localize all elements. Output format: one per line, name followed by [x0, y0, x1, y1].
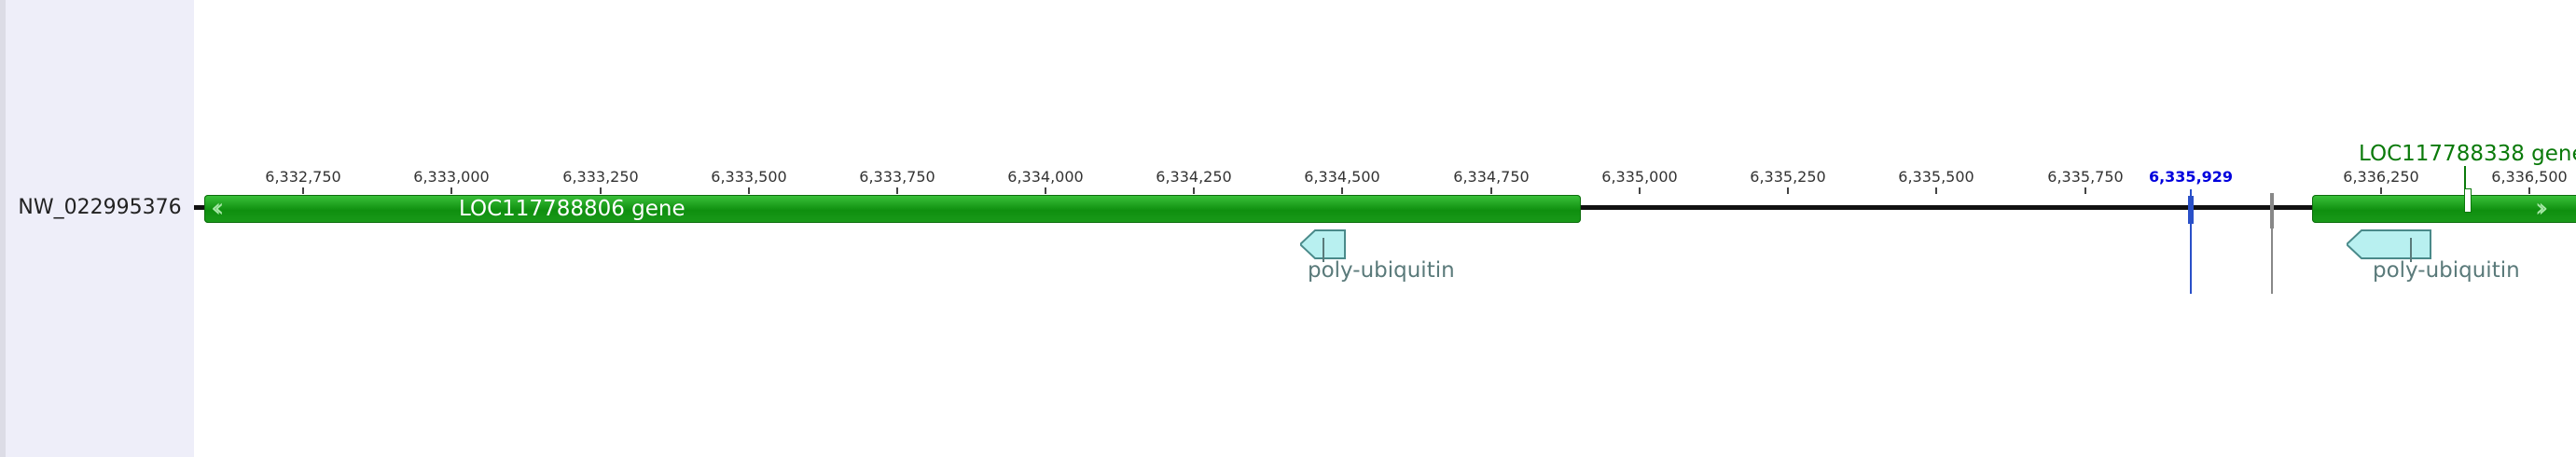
- gene-feature-bar[interactable]: [204, 195, 1581, 223]
- ruler-tick-label: 6,334,000: [1007, 168, 1084, 186]
- ruler-tick-mark: [2528, 187, 2530, 194]
- chevron-right-icon: ››: [2535, 192, 2549, 223]
- ruler-tick-label: 6,335,000: [1601, 168, 1678, 186]
- ruler-tick-mark: [302, 187, 304, 194]
- gene-label-pointer: [2464, 188, 2472, 213]
- ruler-tick-label: 6,334,250: [1156, 168, 1232, 186]
- ruler-tick-mark: [1341, 187, 1343, 194]
- chevron-left-icon: ‹‹: [211, 192, 225, 223]
- ruler-tick-label: 6,336,500: [2491, 168, 2568, 186]
- ruler-tick-mark: [2380, 187, 2382, 194]
- ruler-tick-mark: [2084, 187, 2086, 194]
- ruler-tick-label: 6,335,250: [1750, 168, 1826, 186]
- sequence-accession-label[interactable]: NW_022995376: [6, 196, 194, 219]
- graphical-track-viewer[interactable]: 6,332,750 6,333,000 6,333,250 6,333,500 …: [194, 0, 2576, 457]
- ruler-tick-label: 6,333,000: [413, 168, 490, 186]
- ruler-tick-label: 6,336,250: [2343, 168, 2419, 186]
- gene-feature-label[interactable]: LOC117788338 gene: [2359, 142, 2576, 166]
- ruler-tick-mark: [896, 187, 898, 194]
- ruler-tick-mark: [1193, 187, 1195, 194]
- gene-feature-label[interactable]: LOC117788806 gene: [459, 197, 686, 221]
- cds-feature-label[interactable]: poly-ubiquitin: [2373, 258, 2520, 283]
- ruler-tick-mark: [1639, 187, 1641, 194]
- sequence-label-panel: NW_022995376: [6, 0, 194, 457]
- position-marker-label: 6,335,929: [2148, 168, 2234, 186]
- ruler-tick-mark: [1935, 187, 1937, 194]
- cds-feature-label[interactable]: poly-ubiquitin: [1308, 258, 1455, 283]
- ruler-tick-mark: [748, 187, 750, 194]
- ruler-tick-mark: [450, 187, 452, 194]
- ruler-tick-label: 6,335,750: [2047, 168, 2124, 186]
- ruler-tick-mark: [1787, 187, 1789, 194]
- ruler-tick-label: 6,334,750: [1453, 168, 1530, 186]
- ruler-tick-mark: [1045, 187, 1046, 194]
- ruler-tick-label: 6,335,500: [1898, 168, 1974, 186]
- ruler-tick-mark: [600, 187, 602, 194]
- position-marker-handle[interactable]: [2188, 196, 2194, 224]
- ruler-tick-label: 6,332,750: [265, 168, 341, 186]
- secondary-marker-handle[interactable]: [2270, 193, 2274, 228]
- ruler-tick-label: 6,333,500: [711, 168, 787, 186]
- cds-feature-arrow[interactable]: [2347, 228, 2432, 262]
- ruler-tick-label: 6,333,250: [562, 168, 639, 186]
- ruler-tick-label: 6,334,500: [1304, 168, 1380, 186]
- ruler-tick-mark: [1490, 187, 1492, 194]
- ruler-tick-label: 6,333,750: [859, 168, 935, 186]
